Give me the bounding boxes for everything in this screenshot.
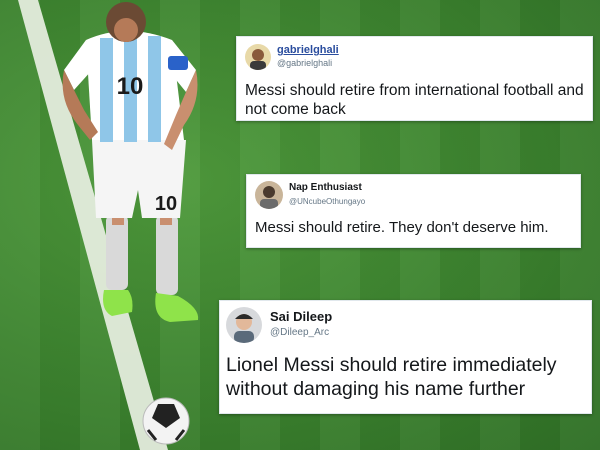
tweet-display-name: gabrielghali <box>277 44 339 56</box>
tweet-display-name: Sai Dileep <box>270 309 333 324</box>
avatar <box>245 44 271 70</box>
tweet-text: Messi should retire. They don't deserve … <box>255 219 549 236</box>
right-boot <box>155 293 199 322</box>
tweet-card-nap-enthusiast: Nap Enthusiast @UNcubeOthungayo Messi sh… <box>246 174 581 248</box>
tweet-card-gabrielghali: gabrielghali @gabrielghali Messi should … <box>236 36 593 121</box>
tweet-handle: @Dileep_Arc <box>270 327 330 338</box>
avatar <box>255 181 283 209</box>
left-boot <box>103 290 133 316</box>
tweet-text: Lionel Messi should retire immediately w… <box>226 354 557 401</box>
tweet-card-sai-dileep: Sai Dileep @Dileep_Arc Lionel Messi shou… <box>219 300 592 414</box>
avatar <box>226 307 262 343</box>
tweet-display-name: Nap Enthusiast <box>289 182 362 193</box>
tweet-handle: @UNcubeOthungayo <box>289 197 366 206</box>
football-pitch-photo: 10 10 gabrielghali @gabrielghali Messi s… <box>0 0 600 450</box>
jersey-number: 10 <box>117 73 144 100</box>
tweet-handle: @gabrielghali <box>277 58 333 68</box>
shorts-number: 10 <box>155 193 177 215</box>
football <box>142 397 190 445</box>
tweet-text: Messi should retire from international f… <box>245 82 584 119</box>
